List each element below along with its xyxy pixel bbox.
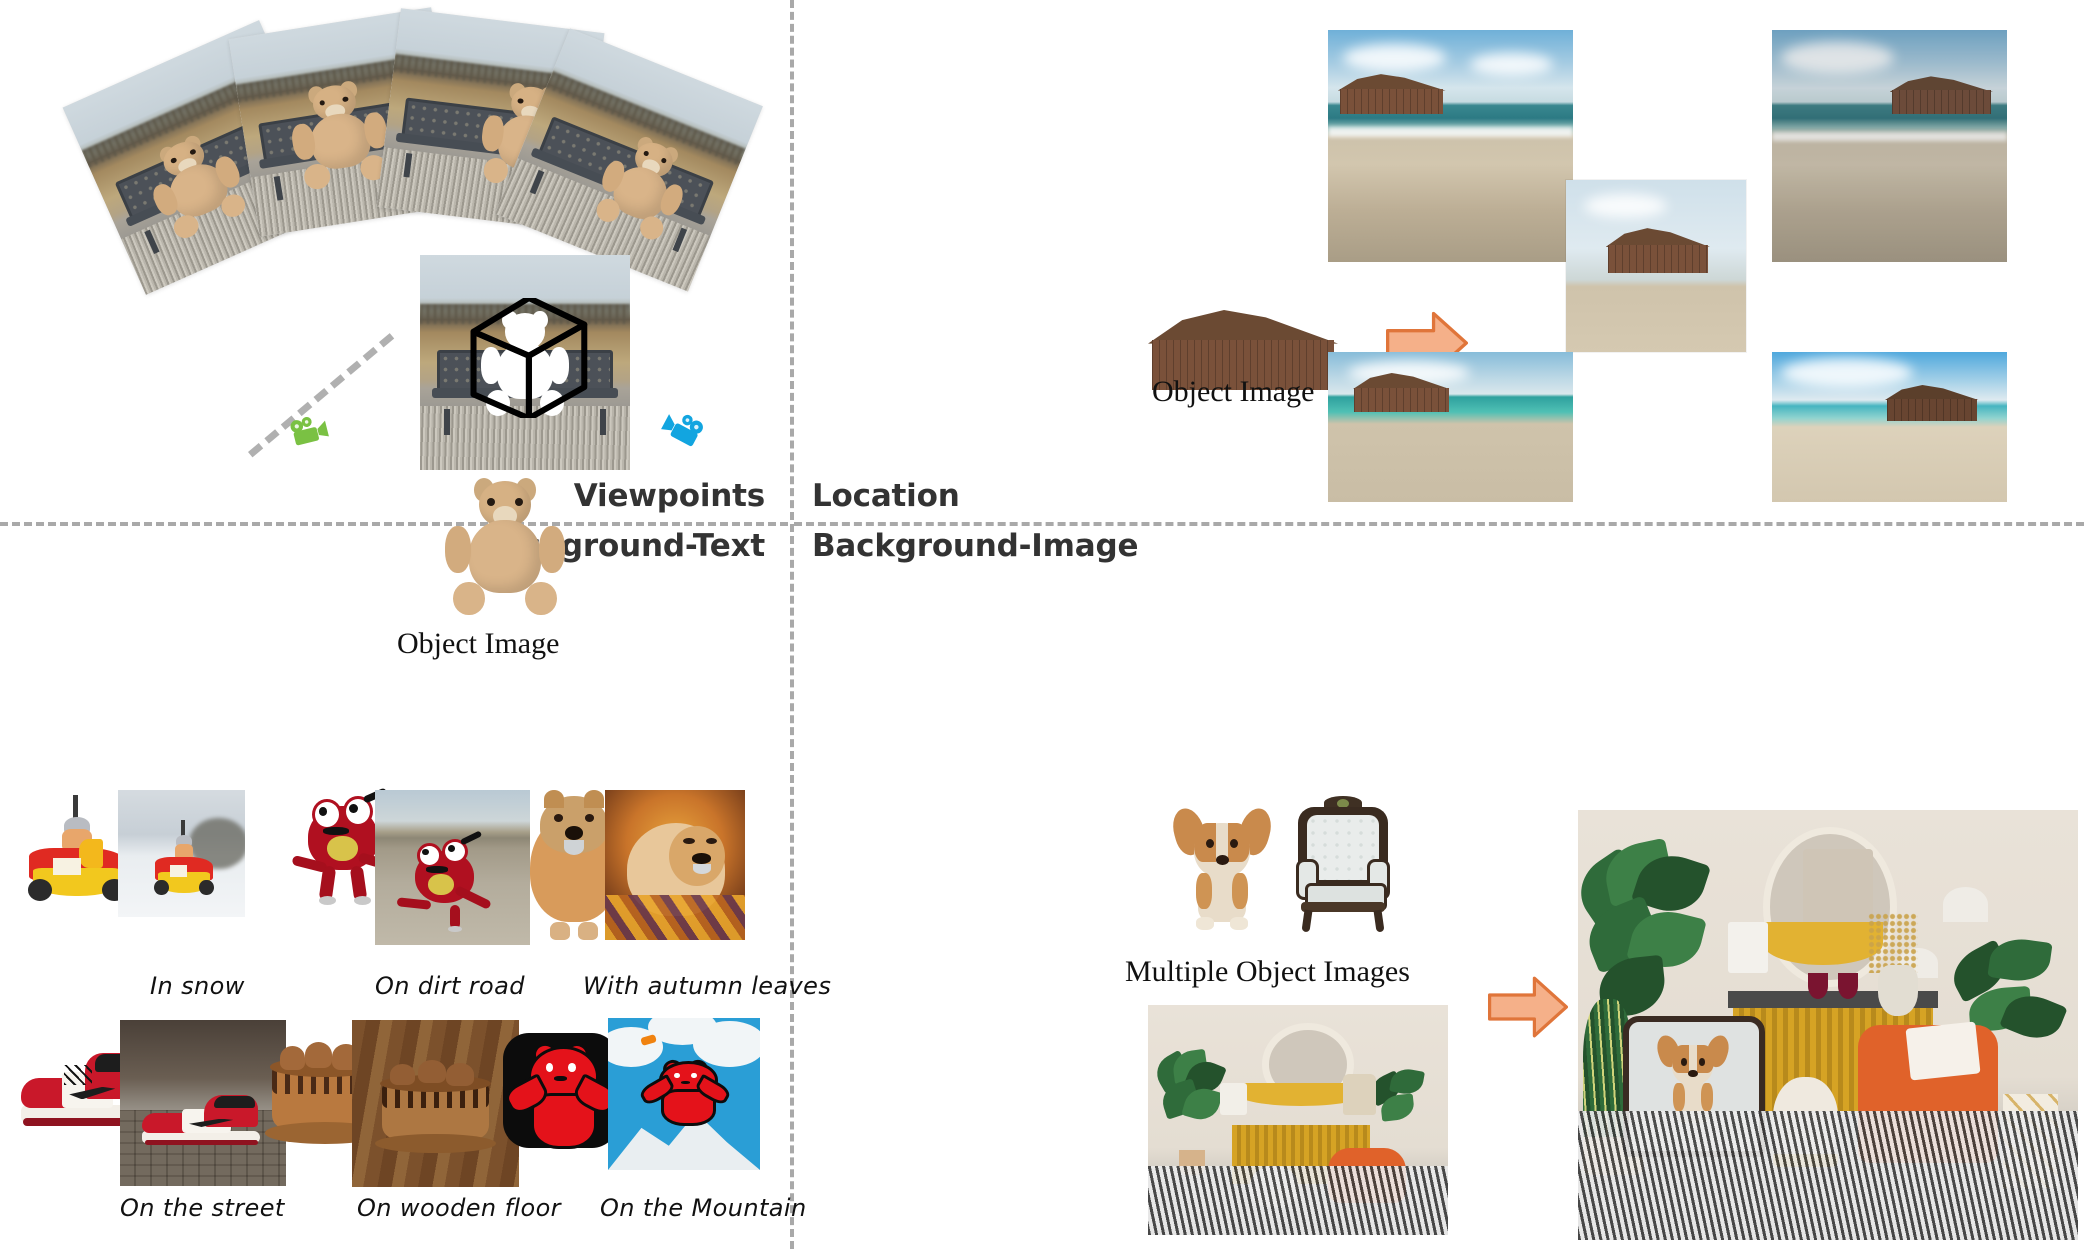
quadrant-label-location: Location	[812, 478, 960, 514]
location-variant-top-right	[1772, 30, 2007, 262]
location-variant-top-left	[1328, 30, 1573, 262]
location-variant-bottom-right	[1772, 352, 2007, 502]
viewpoints-object-image-label: Object Image	[397, 627, 560, 660]
quadrant-label-background-text: Background-Text	[478, 528, 765, 564]
object-cutout-armchair	[1290, 796, 1396, 933]
background-text-caption-autumn-leaves: With autumn leaves	[583, 972, 832, 1000]
object-cutout-red-creature	[498, 1028, 623, 1153]
sneaker-in-scene	[140, 1086, 263, 1146]
background-text-caption-wooden-floor: On wooden floor	[357, 1194, 561, 1222]
object-cutout-corgi	[1168, 800, 1276, 930]
quadrant-label-background-image: Background-Image	[812, 528, 1139, 564]
location-center-result-image	[1566, 180, 1746, 352]
background-text-caption-on-the-street: On the street	[120, 1194, 285, 1222]
background-image-objects-label: Multiple Object Images	[1125, 955, 1410, 988]
background-image-arrow-icon	[1488, 976, 1568, 1038]
object-cutout-toy-car	[22, 795, 132, 905]
horizontal-divider-left	[0, 522, 788, 526]
location-object-image-label: Object Image	[1152, 375, 1315, 408]
camera-icon-right	[661, 414, 703, 447]
background-text-caption-on-dirt-road: On dirt road	[375, 972, 525, 1000]
vertical-divider-top	[790, 0, 794, 520]
background-text-caption-on-the-mountain: On the Mountain	[600, 1194, 807, 1222]
location-variant-bottom-left	[1328, 352, 1573, 502]
viewpoint-reference-image	[420, 255, 630, 470]
background-image-result-composite	[1578, 810, 2078, 1240]
object-cutout-teddy-bear	[445, 478, 565, 618]
background-image-scene-thumbnail	[1148, 1005, 1448, 1235]
background-text-result-wooden-floor	[352, 1020, 519, 1187]
background-text-result-on-dirt-road	[375, 790, 530, 945]
background-text-result-in-snow	[118, 790, 245, 917]
background-text-result-on-the-mountain	[608, 1018, 760, 1170]
red-monster-in-scene	[396, 830, 496, 933]
background-text-caption-in-snow: In snow	[150, 972, 245, 1000]
figure-root: Viewpoints Location Background-Text Back…	[0, 0, 2084, 1249]
background-text-result-autumn-leaves	[605, 790, 745, 940]
horizontal-divider-right	[794, 522, 2084, 526]
vertical-divider-bottom	[790, 524, 794, 1249]
